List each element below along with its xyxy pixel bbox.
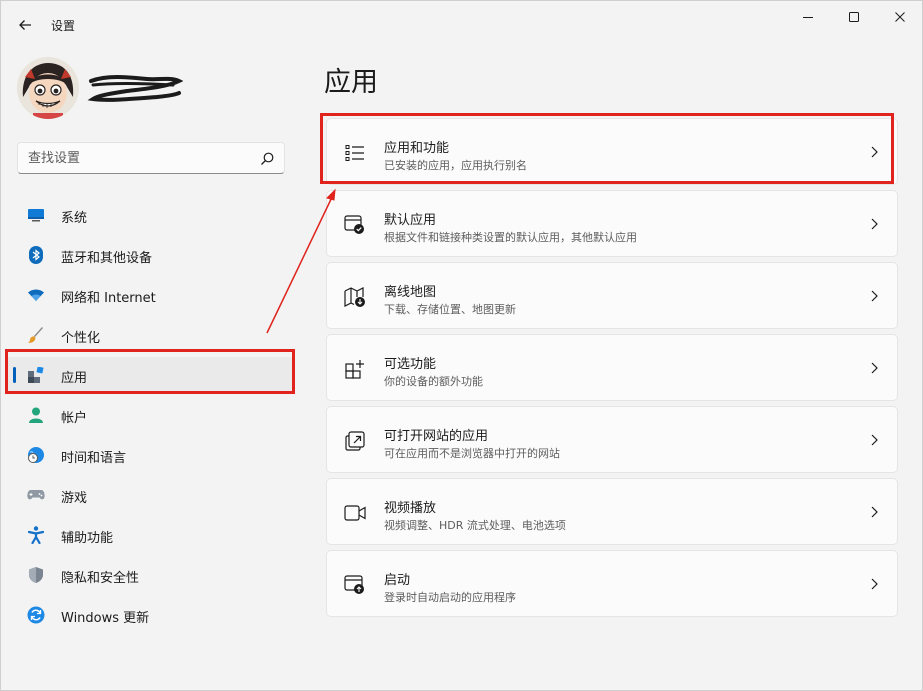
chevron-right-icon xyxy=(871,146,878,158)
sidebar-item-accounts[interactable]: 帐户 xyxy=(5,397,293,433)
back-arrow-icon xyxy=(19,20,31,30)
sidebar-item-personalization[interactable]: 个性化 xyxy=(5,317,293,353)
sidebar-item-label: 网络和 Internet xyxy=(61,291,156,306)
maximize-button[interactable] xyxy=(831,1,877,33)
card-subtitle: 下载、存储位置、地图更新 xyxy=(384,303,516,316)
minimize-icon xyxy=(803,17,813,18)
accessibility-icon xyxy=(27,526,45,544)
open-link-icon xyxy=(344,430,366,452)
card-title: 可打开网站的应用 xyxy=(384,429,489,444)
selection-indicator xyxy=(13,367,16,383)
update-icon xyxy=(27,606,45,624)
card-title: 离线地图 xyxy=(384,285,437,300)
settings-window: 设置 查找设置 系统 蓝牙和其他设备 网络和 Internet 个性化 应用 帐… xyxy=(0,0,923,691)
card-apps-for-websites[interactable]: 可打开网站的应用 可在应用而不是浏览器中打开的网站 xyxy=(326,406,898,473)
close-icon xyxy=(895,12,905,22)
globe-clock-icon xyxy=(27,446,45,464)
card-startup[interactable]: 启动 登录时自动启动的应用程序 xyxy=(326,550,898,617)
sidebar-item-label: 帐户 xyxy=(61,411,88,426)
shield-icon xyxy=(27,566,45,584)
card-subtitle: 视频调整、HDR 流式处理、电池选项 xyxy=(384,519,566,532)
card-title: 启动 xyxy=(384,573,411,588)
sidebar-item-network[interactable]: 网络和 Internet xyxy=(5,277,293,313)
card-subtitle: 已安装的应用，应用执行别名 xyxy=(384,159,527,172)
sidebar-item-label: 隐私和安全性 xyxy=(61,571,140,586)
card-default-apps[interactable]: 默认应用 根据文件和链接种类设置的默认应用，其他默认应用 xyxy=(326,190,898,257)
sidebar-item-windows-update[interactable]: Windows 更新 xyxy=(5,597,293,633)
sidebar-item-accessibility[interactable]: 辅助功能 xyxy=(5,517,293,553)
sidebar-item-label: Windows 更新 xyxy=(61,611,150,626)
chevron-right-icon xyxy=(871,218,878,230)
chevron-right-icon xyxy=(871,290,878,302)
avatar-image xyxy=(17,57,79,119)
default-apps-icon xyxy=(344,214,366,236)
sidebar-item-label: 辅助功能 xyxy=(61,531,114,546)
monitor-icon xyxy=(27,206,45,224)
chevron-right-icon xyxy=(871,362,878,374)
search-input[interactable] xyxy=(18,143,250,173)
close-button[interactable] xyxy=(877,1,923,33)
sidebar-item-label: 系统 xyxy=(61,211,88,226)
chevron-right-icon xyxy=(871,506,878,518)
sidebar-item-label: 个性化 xyxy=(61,331,101,346)
list-icon xyxy=(344,142,366,164)
sidebar-item-time-language[interactable]: 时间和语言 xyxy=(5,437,293,473)
title-bar: 设置 xyxy=(1,1,923,47)
map-download-icon xyxy=(344,286,366,308)
add-feature-icon xyxy=(344,358,366,380)
back-button[interactable] xyxy=(11,11,39,39)
card-offline-maps[interactable]: 离线地图 下载、存储位置、地图更新 xyxy=(326,262,898,329)
window-title: 设置 xyxy=(51,19,76,33)
sidebar-item-label: 时间和语言 xyxy=(61,451,127,466)
card-subtitle: 根据文件和链接种类设置的默认应用，其他默认应用 xyxy=(384,231,637,244)
search-icon[interactable] xyxy=(259,151,275,167)
wifi-icon xyxy=(27,286,45,304)
avatar[interactable] xyxy=(17,57,79,119)
redacted-username xyxy=(87,75,183,102)
sidebar-item-privacy[interactable]: 隐私和安全性 xyxy=(5,557,293,593)
minimize-button[interactable] xyxy=(785,1,831,33)
gamepad-icon xyxy=(27,486,45,504)
card-title: 应用和功能 xyxy=(384,141,450,156)
video-icon xyxy=(344,502,366,524)
chevron-right-icon xyxy=(871,578,878,590)
person-icon xyxy=(27,406,45,424)
card-subtitle: 你的设备的额外功能 xyxy=(384,375,483,388)
sidebar-item-label: 蓝牙和其他设备 xyxy=(61,251,153,266)
card-video-playback[interactable]: 视频播放 视频调整、HDR 流式处理、电池选项 xyxy=(326,478,898,545)
sidebar-item-bluetooth[interactable]: 蓝牙和其他设备 xyxy=(5,237,293,273)
card-title: 视频播放 xyxy=(384,501,437,516)
startup-icon xyxy=(344,574,366,596)
sidebar-item-apps[interactable]: 应用 xyxy=(5,357,293,393)
card-optional-features[interactable]: 可选功能 你的设备的额外功能 xyxy=(326,334,898,401)
apps-icon xyxy=(27,366,45,384)
card-subtitle: 可在应用而不是浏览器中打开的网站 xyxy=(384,447,560,460)
sidebar-item-gaming[interactable]: 游戏 xyxy=(5,477,293,513)
card-title: 默认应用 xyxy=(384,213,437,228)
card-title: 可选功能 xyxy=(384,357,437,372)
search-box[interactable] xyxy=(17,142,285,174)
sidebar-item-label: 游戏 xyxy=(61,491,88,506)
brush-icon xyxy=(27,326,45,344)
card-subtitle: 登录时自动启动的应用程序 xyxy=(384,591,516,604)
chevron-right-icon xyxy=(871,434,878,446)
page-title: 应用 xyxy=(324,67,378,98)
card-apps-features[interactable]: 应用和功能 已安装的应用，应用执行别名 xyxy=(326,118,898,185)
sidebar-item-system[interactable]: 系统 xyxy=(5,197,293,233)
bluetooth-icon xyxy=(27,246,45,264)
maximize-icon xyxy=(849,12,859,22)
sidebar-item-label: 应用 xyxy=(61,371,88,386)
